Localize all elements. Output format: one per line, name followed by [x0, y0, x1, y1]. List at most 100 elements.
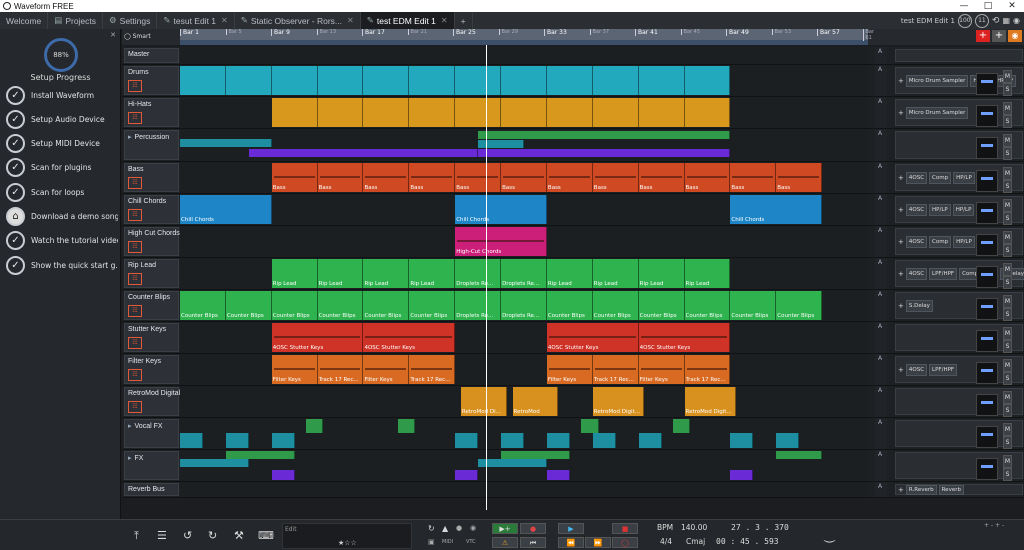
mute-solo[interactable]: MS	[1003, 263, 1012, 289]
solo-button[interactable]: S	[1003, 244, 1012, 257]
clip[interactable]: Counter Blips	[776, 291, 823, 320]
mute-button[interactable]: M	[1003, 263, 1012, 276]
plugin-slot[interactable]: LPF/HPF	[929, 267, 958, 280]
mute-solo[interactable]: MS	[1003, 70, 1012, 96]
clip[interactable]: Filter Keys	[638, 355, 685, 384]
clip[interactable]: Bass	[730, 163, 777, 192]
visibility-icon[interactable]: ◉	[1013, 16, 1020, 25]
solo-button[interactable]: S	[1003, 276, 1012, 289]
volume-fader[interactable]	[976, 362, 998, 384]
clip[interactable]: Bass	[455, 163, 502, 192]
plugin-rack[interactable]: MS	[895, 420, 1023, 449]
clip[interactable]: Filter Keys	[546, 355, 593, 384]
add-plugin-icon[interactable]: +	[898, 270, 904, 278]
volume-fader[interactable]	[976, 202, 998, 224]
clip[interactable]: 4OSC Stutter Keys	[546, 323, 639, 352]
mute-solo[interactable]: MS	[1003, 391, 1012, 417]
clip[interactable]	[776, 451, 823, 459]
setup-step[interactable]: ✓ Install Waveform	[6, 85, 118, 105]
clip[interactable]: Chill Chords	[455, 195, 547, 224]
export-icon[interactable]: ⤒	[134, 529, 139, 543]
clip[interactable]: Rip Lead	[546, 259, 593, 288]
clip[interactable]: Counter Blips	[317, 291, 364, 320]
automation-column[interactable]: A	[875, 194, 887, 225]
tab-5[interactable]: ✎ test EDM Edit 1 ✕	[360, 12, 455, 29]
clip[interactable]	[455, 98, 502, 127]
clip[interactable]: Bass	[776, 163, 823, 192]
solo-button[interactable]: S	[1003, 372, 1012, 385]
instrument-icon[interactable]: ☷	[128, 177, 142, 189]
solo-button[interactable]: S	[1003, 340, 1012, 353]
plugin-rack[interactable]: +4OSC HP/LP HP/LP M S	[895, 196, 1023, 225]
clip[interactable]	[317, 66, 364, 95]
clip[interactable]: Bass	[684, 163, 731, 192]
solo-button[interactable]: S	[1003, 404, 1012, 417]
clip[interactable]: Droplets Re...	[455, 291, 502, 320]
clip[interactable]	[455, 433, 479, 448]
clip[interactable]	[271, 66, 318, 95]
clip[interactable]: Bass	[501, 163, 547, 192]
plugin-rack[interactable]: +4OSC LPF/HPF M S	[895, 356, 1023, 385]
plugin-rack[interactable]	[895, 49, 1023, 62]
clip[interactable]	[730, 433, 754, 448]
clip[interactable]: Rip Lead	[271, 259, 318, 288]
mute-button[interactable]: M	[1003, 70, 1012, 83]
tab-2[interactable]: ⚙ Settings	[103, 12, 158, 29]
clip[interactable]: Counter Blips	[592, 291, 639, 320]
plugin-rack[interactable]: +4OSC Comp HP/LP M S	[895, 164, 1023, 193]
count-meter[interactable]: 11	[974, 13, 989, 28]
volume-fader[interactable]	[976, 105, 998, 127]
redo-arrow-icon[interactable]: ↻	[208, 529, 217, 542]
record-arm-button[interactable]: ●	[520, 523, 546, 534]
plugin-slot[interactable]: 4OSC	[905, 203, 928, 216]
time-display[interactable]: 00 : 45 . 593	[716, 537, 779, 546]
automation-column[interactable]: A	[875, 258, 887, 289]
track-lane[interactable]: Chill Chords Chill Chords Chill Chords	[180, 194, 868, 225]
clip[interactable]: Rip Lead	[592, 259, 639, 288]
add-button[interactable]: +	[992, 30, 1006, 42]
volume-fader[interactable]	[976, 266, 998, 288]
mute-solo[interactable]: MS	[1003, 231, 1012, 257]
solo-button[interactable]: S	[1003, 436, 1012, 449]
clip[interactable]	[776, 433, 800, 448]
clip[interactable]	[225, 433, 249, 448]
mute-button[interactable]: M	[1003, 102, 1012, 115]
add-track-button[interactable]: +	[976, 30, 990, 42]
clip[interactable]	[638, 66, 685, 95]
automation-column[interactable]: A	[875, 418, 887, 449]
clip[interactable]: RetroMod Digit...	[684, 387, 737, 416]
clip[interactable]	[478, 459, 547, 467]
add-plugin-icon[interactable]: +	[898, 238, 904, 246]
undo-icon[interactable]: ⟲	[992, 16, 1000, 26]
sidebar-close-icon[interactable]: ✕	[110, 31, 116, 39]
clip[interactable]	[397, 419, 416, 433]
wrench-icon[interactable]: ⚒	[234, 529, 244, 542]
mute-button[interactable]: M	[1003, 199, 1012, 212]
track-lane[interactable]	[180, 482, 868, 497]
loop-range[interactable]	[180, 40, 868, 45]
mute-button[interactable]: M	[1003, 231, 1012, 244]
mute-button[interactable]: M	[1003, 423, 1012, 436]
clip[interactable]: Counter Blips	[409, 291, 456, 320]
clip[interactable]	[180, 459, 249, 467]
play-button[interactable]: ▶	[558, 523, 584, 534]
plugin-rack[interactable]: MS	[895, 324, 1023, 353]
tab-close-icon[interactable]: ✕	[441, 16, 448, 25]
mute-solo[interactable]: MS	[1003, 295, 1012, 321]
clip[interactable]: Bass	[363, 163, 410, 192]
instrument-icon[interactable]: ☷	[128, 401, 142, 413]
volume-fader[interactable]	[976, 330, 998, 352]
mute-button[interactable]: M	[1003, 455, 1012, 468]
volume-fader[interactable]	[976, 170, 998, 192]
clip[interactable]	[638, 433, 662, 448]
clip[interactable]	[306, 419, 324, 433]
clip[interactable]	[478, 131, 731, 139]
menu-icon[interactable]: ☰	[157, 529, 167, 542]
clip[interactable]	[225, 66, 272, 95]
plugin-rack[interactable]: + R.Reverb Reverb	[895, 484, 1023, 495]
clip[interactable]: Rip Lead	[317, 259, 364, 288]
solo-button[interactable]: S	[1003, 468, 1012, 481]
setup-step[interactable]: ✓ Setup Audio Device	[6, 109, 118, 129]
track-header[interactable]: Chill Chords ☷	[124, 195, 179, 224]
plugin-rack[interactable]: + Micro Drum Sampler M S	[895, 99, 1023, 128]
